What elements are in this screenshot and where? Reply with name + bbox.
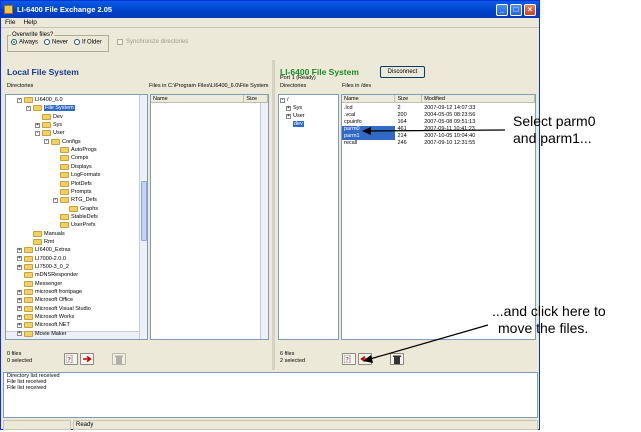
arrowhead-icon: [362, 127, 371, 135]
callout-move: ...and click here to move the files.: [492, 303, 606, 336]
callout-arrow-select: [367, 129, 506, 132]
callout-select: Select parm0 and parm1...: [513, 113, 596, 146]
callout-arrow-move: [369, 324, 489, 360]
annotation-layer: [362, 127, 506, 363]
arrowhead-icon: [363, 355, 373, 363]
